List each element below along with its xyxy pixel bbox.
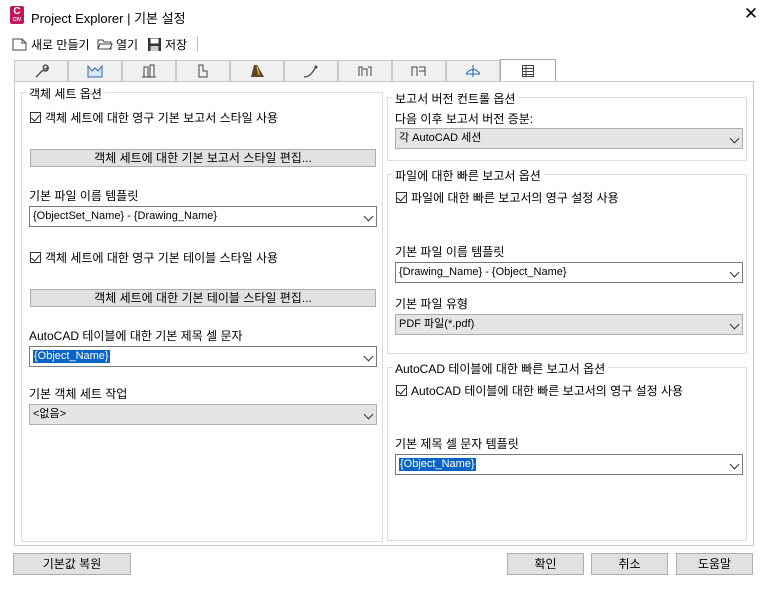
version-control-group: 보고서 버전 컨트롤 옵션 다음 이후 보고서 버전 증분: 각 AutoCAD… <box>387 90 747 161</box>
quick-report-table-group: AutoCAD 테이블에 대한 빠른 보고서 옵션 AutoCAD 테이블에 대… <box>387 360 747 541</box>
road-icon <box>251 65 264 77</box>
checkbox-checked-icon <box>30 112 41 123</box>
edit-table-style-button[interactable]: 객체 세트에 대한 기본 테이블 스타일 편집... <box>30 289 376 307</box>
tab-strip <box>14 59 754 82</box>
wrench-icon <box>35 64 49 78</box>
save-disk-icon <box>148 37 161 51</box>
quick-filename-label: 기본 파일 이름 템플릿 <box>395 245 505 259</box>
tab-assembly[interactable] <box>338 60 392 81</box>
quick-filename-combo[interactable]: {Drawing_Name} - {Object_Name} <box>395 262 743 283</box>
tab-pipe[interactable] <box>176 60 230 81</box>
chevron-down-icon <box>729 267 740 278</box>
chevron-down-icon <box>363 211 374 222</box>
default-task-label: 기본 객체 세트 작업 <box>29 387 128 401</box>
filetype-value: PDF 파일(*.pdf) <box>399 318 475 330</box>
default-task-select[interactable]: <없음> <box>29 404 377 425</box>
title-template-combo[interactable]: {Object_Name} <box>395 454 743 475</box>
table-style-checkbox[interactable]: 객체 세트에 대한 영구 기본 테이블 스타일 사용 <box>30 249 278 266</box>
tab-structure[interactable] <box>122 60 176 81</box>
help-button[interactable]: 도움말 <box>676 553 753 575</box>
ok-button[interactable]: 확인 <box>507 553 584 575</box>
open-folder-icon <box>97 39 113 50</box>
tab-alignment[interactable] <box>284 60 338 81</box>
title-cell-label: AutoCAD 테이블에 대한 기본 제목 셀 문자 <box>29 329 243 343</box>
surface-icon <box>87 64 103 78</box>
open-button[interactable]: 열기 <box>97 35 138 53</box>
quick-table-checkbox[interactable]: AutoCAD 테이블에 대한 빠른 보고서의 영구 설정 사용 <box>396 382 683 399</box>
chevron-down-icon <box>729 133 740 144</box>
open-label: 열기 <box>116 37 139 52</box>
version-control-title: 보고서 버전 컨트롤 옵션 <box>392 90 519 107</box>
object-set-options-title: 객체 세트 옵션 <box>26 85 105 102</box>
quick-report-file-group: 파일에 대한 빠른 보고서 옵션 파일에 대한 빠른 보고서의 영구 설정 사용… <box>387 167 747 354</box>
version-increment-label: 다음 이후 보고서 버전 증분: <box>395 112 534 126</box>
save-label: 저장 <box>165 37 188 52</box>
filename-template-label: 기본 파일 이름 템플릿 <box>29 189 139 203</box>
toolbar-separator <box>197 36 198 52</box>
tab-corridor[interactable] <box>392 60 446 81</box>
object-set-options-group: 객체 세트 옵션 객체 세트에 대한 영구 기본 보고서 스타일 사용 객체 세… <box>21 85 383 542</box>
title-template-label: 기본 제목 셀 문자 템플릿 <box>395 437 519 451</box>
filetype-select[interactable]: PDF 파일(*.pdf) <box>395 314 743 335</box>
new-label: 새로 만들기 <box>31 37 90 52</box>
tab-profile[interactable] <box>446 60 500 81</box>
civil3d-logo-icon: C CIV <box>10 6 24 24</box>
pipe-icon <box>198 64 208 78</box>
new-document-icon <box>12 38 27 51</box>
checkbox-checked-icon <box>396 385 407 396</box>
quick-filename-value: {Drawing_Name} - {Object_Name} <box>399 266 567 278</box>
filename-template-combo[interactable]: {ObjectSet_Name} - {Drawing_Name} <box>29 206 377 227</box>
version-increment-select[interactable]: 각 AutoCAD 세션 <box>395 128 743 149</box>
assembly-icon <box>358 66 372 76</box>
save-button[interactable]: 저장 <box>147 35 187 53</box>
tab-report[interactable] <box>500 59 556 82</box>
checkbox-checked-icon <box>396 192 407 203</box>
title-cell-combo[interactable]: {Object_Name} <box>29 346 377 367</box>
chevron-down-icon <box>729 459 740 470</box>
default-task-value: <없음> <box>33 408 67 420</box>
report-style-checkbox[interactable]: 객체 세트에 대한 영구 기본 보고서 스타일 사용 <box>30 109 278 126</box>
structure-icon <box>142 64 156 78</box>
close-button[interactable]: ✕ <box>741 4 761 24</box>
title-cell-value: {Object_Name} <box>33 350 110 363</box>
tab-surface[interactable] <box>68 60 122 81</box>
profile-icon <box>465 65 481 77</box>
title-template-value: {Object_Name} <box>399 458 476 471</box>
chevron-down-icon <box>363 409 374 420</box>
chevron-down-icon <box>363 351 374 362</box>
chevron-down-icon <box>729 319 740 330</box>
new-button[interactable]: 새로 만들기 <box>12 35 90 53</box>
tab-general[interactable] <box>14 60 68 81</box>
restore-defaults-button[interactable]: 기본값 복원 <box>13 553 131 575</box>
tab-road[interactable] <box>230 60 284 81</box>
version-increment-value: 각 AutoCAD 세션 <box>399 132 482 144</box>
filetype-label: 기본 파일 유형 <box>395 297 468 311</box>
settings-panel: 객체 세트 옵션 객체 세트에 대한 영구 기본 보고서 스타일 사용 객체 세… <box>14 81 754 546</box>
quick-report-table-title: AutoCAD 테이블에 대한 빠른 보고서 옵션 <box>392 360 609 377</box>
edit-report-style-button[interactable]: 객체 세트에 대한 기본 보고서 스타일 편집... <box>30 149 376 167</box>
filename-template-value: {ObjectSet_Name} - {Drawing_Name} <box>33 210 218 222</box>
window-title: Project Explorer | 기본 설정 <box>31 11 186 26</box>
quick-file-checkbox[interactable]: 파일에 대한 빠른 보고서의 영구 설정 사용 <box>396 189 619 206</box>
quick-report-file-title: 파일에 대한 빠른 보고서 옵션 <box>392 167 544 184</box>
corridor-icon <box>411 66 426 76</box>
cancel-button[interactable]: 취소 <box>591 553 668 575</box>
table-icon <box>522 65 534 77</box>
checkbox-checked-icon <box>30 252 41 263</box>
alignment-icon <box>303 65 318 78</box>
